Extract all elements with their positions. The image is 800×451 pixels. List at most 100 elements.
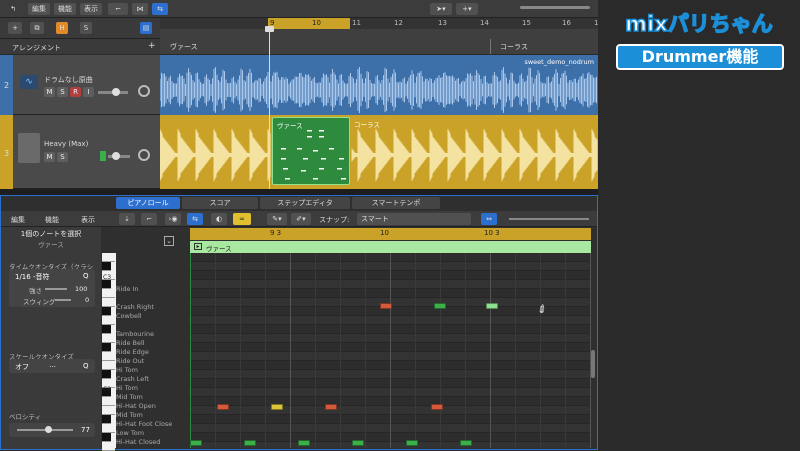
scale-type-select[interactable]: … (49, 361, 56, 369)
mute-button[interactable]: M (44, 152, 55, 162)
fit-icon[interactable]: ⇔ (481, 213, 497, 225)
piano-key[interactable] (102, 406, 115, 415)
strength-slider[interactable] (45, 288, 67, 290)
velocity-value[interactable]: 77 (81, 426, 90, 434)
marker-verse[interactable]: ヴァース (170, 42, 198, 52)
midi-note[interactable] (406, 440, 418, 446)
piano-key[interactable] (102, 325, 111, 334)
link-icon[interactable]: ›◉ (165, 213, 181, 225)
add-marker-icon[interactable]: + (148, 41, 156, 51)
solo-button[interactable]: S (57, 152, 68, 162)
track-lane-2[interactable]: sweet_demo_nodrum (160, 55, 598, 115)
scale-quantize-button[interactable]: Q (83, 362, 89, 370)
piano-key[interactable] (102, 334, 115, 343)
add-track-button[interactable]: + (8, 22, 22, 34)
view-menu[interactable]: 表示 (81, 215, 95, 225)
midi-note[interactable] (298, 440, 310, 446)
tab-0[interactable]: ピアノロール (116, 197, 180, 209)
automation-icon[interactable]: ⌐ (108, 3, 128, 15)
piano-key[interactable] (102, 424, 115, 433)
track-name[interactable]: Heavy (Max) (44, 140, 88, 148)
link-chain-icon[interactable]: ∞ (233, 213, 251, 225)
midi-note[interactable] (271, 404, 283, 410)
velocity-knob[interactable] (45, 426, 52, 433)
editor-scrollbar[interactable] (591, 350, 595, 378)
duplicate-track-icon[interactable]: ⧉ (30, 22, 44, 34)
piano-key[interactable] (102, 316, 115, 325)
pencil-tool-icon[interactable]: ✎▾ (267, 213, 287, 225)
marker-chorus[interactable]: コーラス (500, 42, 528, 52)
cycle-region[interactable] (268, 18, 350, 29)
midi-note[interactable] (434, 303, 446, 309)
piano-key[interactable] (102, 370, 111, 379)
swing-value[interactable]: 0 (85, 296, 89, 304)
piano-key[interactable] (102, 343, 111, 352)
zoom-slider[interactable] (520, 6, 590, 9)
piano-key[interactable] (102, 433, 111, 442)
swing-slider[interactable] (55, 299, 71, 301)
piano-key[interactable] (102, 280, 111, 289)
quantize-value[interactable]: 1/16 -音符 (15, 272, 49, 282)
input-monitor-button[interactable]: I (83, 87, 94, 97)
pan-knob[interactable] (138, 85, 150, 97)
record-button[interactable]: R (70, 87, 81, 97)
region-play-icon[interactable]: ▸ (194, 243, 202, 250)
piano-keyboard[interactable]: C3 C2 (102, 253, 116, 451)
volume-knob[interactable] (112, 88, 120, 96)
midi-note[interactable] (244, 440, 256, 446)
tab-1[interactable]: スコア (182, 197, 258, 209)
color-icon[interactable]: ◐ (211, 213, 227, 225)
track-lane-3[interactable]: ヴァース コーラス (160, 115, 598, 189)
mute-button[interactable]: M (44, 87, 55, 97)
crosshair-tool-icon[interactable]: +▾ (456, 3, 478, 15)
brush-tool-icon[interactable]: ✐▾ (291, 213, 311, 225)
midi-in-icon[interactable]: ⇣ (119, 213, 135, 225)
piano-key[interactable] (102, 298, 115, 307)
zoom-slider[interactable] (509, 218, 589, 220)
piano-key[interactable] (102, 415, 111, 424)
midi-note[interactable] (486, 303, 498, 309)
flex-icon[interactable]: ⋈ (132, 3, 148, 15)
solo-button[interactable]: S (80, 22, 92, 34)
midi-note[interactable] (352, 440, 364, 446)
midi-note[interactable] (190, 440, 202, 446)
midi-note[interactable] (460, 440, 472, 446)
track-header-2[interactable]: 2 ∿ ドラムなし原曲 M S R I (0, 55, 160, 115)
hide-button[interactable]: H (56, 22, 68, 34)
piano-key[interactable] (102, 262, 111, 271)
quantize-button[interactable]: Q (83, 272, 89, 280)
midi-note[interactable] (431, 404, 443, 410)
piano-key[interactable] (102, 307, 111, 316)
note-grid[interactable] (190, 253, 591, 448)
pan-knob[interactable] (138, 149, 150, 161)
pointer-tool-icon[interactable]: ➤▾ (430, 3, 452, 15)
editor-ruler[interactable]: 9 3 10 10 3 (190, 228, 591, 240)
snap-select[interactable]: スマート (357, 213, 471, 225)
midi-note[interactable] (325, 404, 337, 410)
tab-2[interactable]: ステップエディタ (260, 197, 350, 209)
func-menu[interactable]: 機能 (54, 3, 76, 15)
automation-icon[interactable]: ⌐ (141, 213, 157, 225)
strength-value[interactable]: 100 (75, 285, 87, 293)
func-menu[interactable]: 機能 (45, 215, 59, 225)
catch-icon[interactable]: ⇆ (152, 3, 168, 15)
back-button[interactable]: ↰ (6, 3, 20, 15)
piano-key[interactable] (102, 289, 115, 298)
volume-knob[interactable] (112, 152, 120, 160)
track-name[interactable]: ドラムなし原曲 (44, 75, 93, 85)
scale-off-select[interactable]: オフ (15, 362, 29, 372)
inspector-collapse-icon[interactable]: ⌄ (164, 236, 174, 246)
edit-menu[interactable]: 編集 (28, 3, 50, 15)
arrange-marker-lane[interactable]: ヴァース コーラス (160, 29, 598, 54)
edit-menu[interactable]: 編集 (11, 215, 25, 225)
track-header-3[interactable]: 3 Heavy (Max) M S (0, 115, 160, 189)
piano-key[interactable] (102, 253, 115, 262)
solo-button[interactable]: S (57, 87, 68, 97)
playhead[interactable] (269, 28, 270, 190)
midi-note[interactable] (217, 404, 229, 410)
catch-icon[interactable]: ⇆ (187, 213, 203, 225)
midi-note[interactable] (380, 303, 392, 309)
tab-3[interactable]: スマートテンポ (352, 197, 440, 209)
drummer-region-verse[interactable]: ヴァース (272, 117, 350, 185)
playhead-handle[interactable] (265, 26, 274, 32)
